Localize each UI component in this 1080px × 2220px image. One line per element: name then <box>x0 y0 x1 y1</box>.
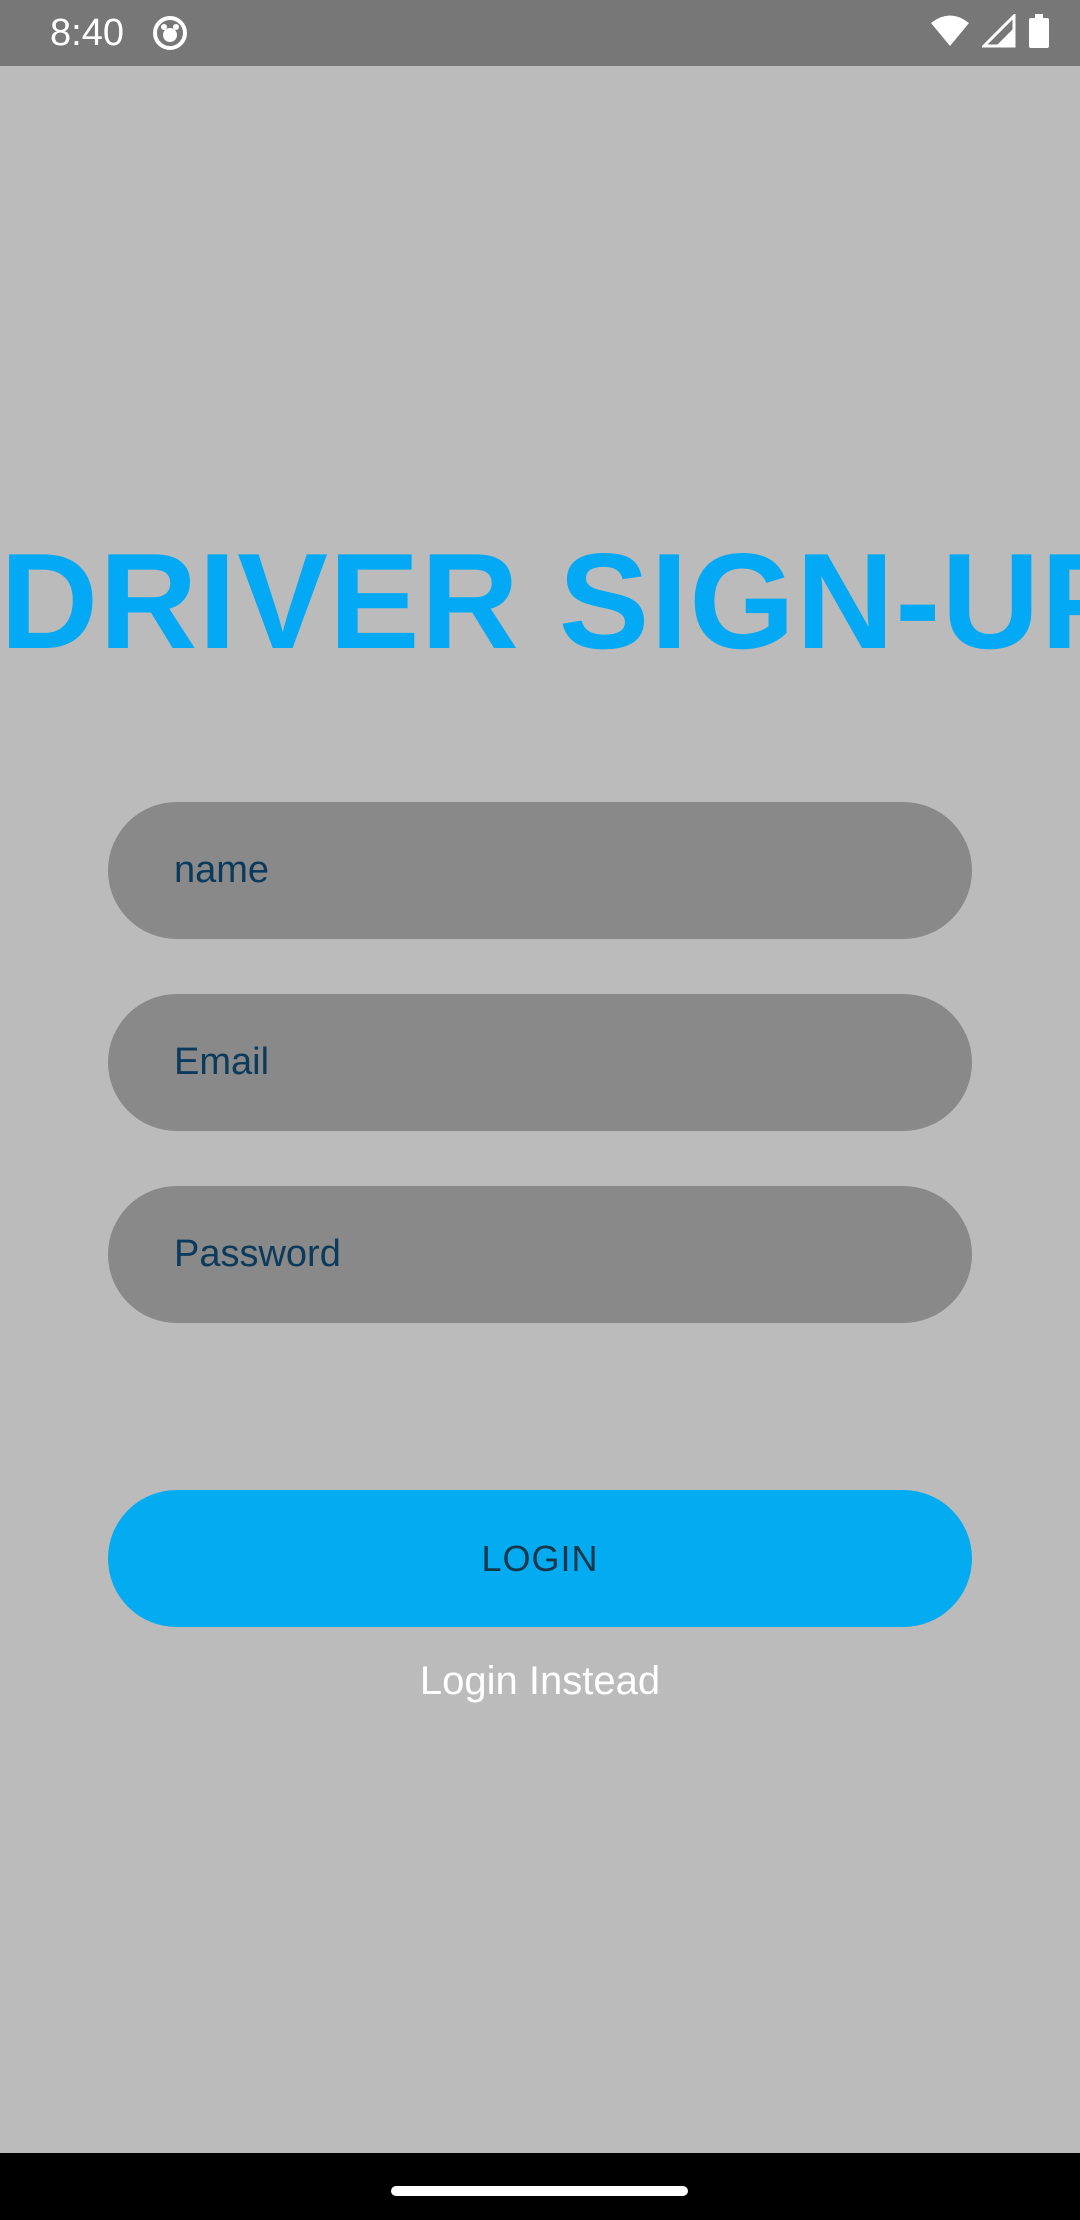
name-field[interactable] <box>108 802 972 939</box>
status-time: 8:40 <box>50 12 124 54</box>
password-field[interactable] <box>108 1186 972 1323</box>
app-notification-icon <box>152 15 188 51</box>
login-button[interactable]: LOGIN <box>108 1490 972 1627</box>
signal-icon <box>980 11 1016 53</box>
status-bar: 8:40 <box>0 0 1080 66</box>
home-handle[interactable] <box>391 2186 688 2196</box>
page-title: DRIVER SIGN-UP <box>0 525 1080 677</box>
sign-up-screen: DRIVER SIGN-UP LOGIN Login Instead <box>0 66 1080 2153</box>
status-icons <box>930 11 1050 53</box>
email-field[interactable] <box>108 994 972 1131</box>
navigation-bar <box>0 2153 1080 2220</box>
battery-icon <box>1028 13 1050 53</box>
wifi-icon <box>930 14 970 53</box>
login-instead-link[interactable]: Login Instead <box>0 1656 1080 1706</box>
